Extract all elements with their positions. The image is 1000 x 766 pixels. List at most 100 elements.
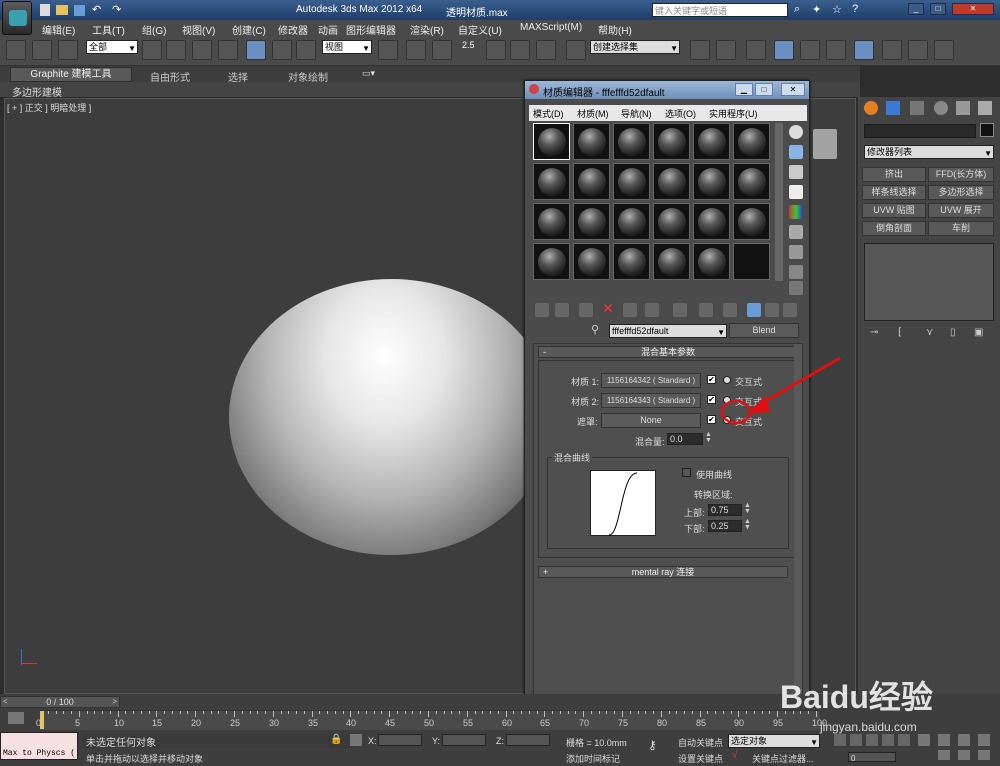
- coord-x-field[interactable]: [378, 734, 422, 746]
- modifier-stack-list[interactable]: [864, 243, 994, 321]
- object-color-swatch[interactable]: [980, 123, 994, 137]
- sample-type-icon[interactable]: [789, 125, 803, 139]
- rectangular-selection-icon[interactable]: [192, 40, 212, 60]
- menu-edit[interactable]: 编辑(E): [42, 22, 75, 37]
- video-color-check-icon[interactable]: [789, 205, 803, 219]
- show-end-result-icon[interactable]: [747, 303, 761, 317]
- menu-create[interactable]: 创建(C): [232, 22, 266, 37]
- sphere-object[interactable]: [229, 279, 553, 555]
- layer-manager-icon[interactable]: [746, 40, 766, 60]
- bind-space-warp-icon[interactable]: [58, 40, 78, 60]
- backlight-icon[interactable]: [789, 145, 803, 159]
- menu-customize[interactable]: 自定义(U): [458, 22, 502, 37]
- unlink-icon[interactable]: [32, 40, 52, 60]
- material2-button[interactable]: 1156164343 ( Standard ): [601, 393, 701, 408]
- app-logo[interactable]: [2, 1, 32, 35]
- remove-modifier-icon[interactable]: ▯: [950, 327, 956, 338]
- select-by-name-icon[interactable]: [166, 40, 186, 60]
- render-production-icon[interactable]: [934, 40, 954, 60]
- go-forward-sibling-icon[interactable]: [783, 303, 797, 317]
- modifier-poly-select-button[interactable]: 多边形选择: [928, 185, 994, 200]
- current-frame-field[interactable]: 0: [848, 752, 896, 763]
- material-editor-minimize-button[interactable]: ▁: [735, 83, 753, 96]
- create-tab-icon[interactable]: [864, 101, 878, 115]
- key-filter-icon[interactable]: √: [732, 750, 738, 761]
- get-material-icon[interactable]: [535, 303, 549, 317]
- curve-editor-icon[interactable]: [800, 40, 820, 60]
- close-button[interactable]: ✕: [952, 3, 994, 15]
- sample-slot[interactable]: [733, 203, 770, 240]
- object-name-field[interactable]: [864, 124, 976, 138]
- menu-group[interactable]: 组(G): [142, 22, 166, 37]
- material-editor-icon[interactable]: [854, 40, 874, 60]
- coord-z-field[interactable]: [506, 734, 550, 746]
- sample-slot[interactable]: [733, 123, 770, 160]
- sample-slot[interactable]: [653, 243, 690, 280]
- material1-button[interactable]: 1156164342 ( Standard ): [601, 373, 701, 388]
- modifier-extrude-button[interactable]: 挤出: [862, 167, 926, 182]
- pan-icon[interactable]: [938, 750, 950, 760]
- sample-slot[interactable]: [573, 243, 610, 280]
- material-map-navigator-icon[interactable]: [789, 281, 803, 295]
- select-link-icon[interactable]: [6, 40, 26, 60]
- auto-key-button[interactable]: 自动关键点: [678, 736, 723, 749]
- mix-amount-spinner[interactable]: 0.0: [667, 433, 703, 445]
- sample-slot[interactable]: [533, 123, 570, 160]
- sample-slot[interactable]: [533, 203, 570, 240]
- assign-material-icon[interactable]: [579, 303, 593, 317]
- upper-spinner[interactable]: 0.75: [708, 504, 742, 516]
- keyboard-shortcut-icon[interactable]: [432, 40, 452, 60]
- modifier-uvw-unwrap-button[interactable]: UVW 展开: [928, 203, 994, 218]
- help-icon[interactable]: ?: [852, 3, 858, 15]
- window-crossing-icon[interactable]: [218, 40, 238, 60]
- time-prev-icon[interactable]: <: [3, 697, 8, 707]
- display-tab-icon[interactable]: [956, 101, 970, 115]
- show-map-in-viewport-icon[interactable]: [723, 303, 737, 317]
- sample-slot[interactable]: [693, 203, 730, 240]
- select-and-move-icon[interactable]: [246, 40, 266, 60]
- ribbon-options-icon[interactable]: ▭▾: [362, 68, 375, 79]
- put-to-library-icon[interactable]: [673, 303, 687, 317]
- search-icon[interactable]: ⌕: [794, 3, 800, 16]
- reference-coord-dropdown[interactable]: 视图 ▼: [322, 40, 372, 54]
- sample-slot[interactable]: [573, 123, 610, 160]
- mated-menu-material[interactable]: 材质(M): [577, 107, 609, 120]
- sample-slot[interactable]: [693, 123, 730, 160]
- render-setup-icon[interactable]: [882, 40, 902, 60]
- sample-slot[interactable]: [653, 203, 690, 240]
- align-icon[interactable]: [716, 40, 736, 60]
- make-unique-material-icon[interactable]: [645, 303, 659, 317]
- redo-icon[interactable]: ↷: [112, 3, 121, 16]
- menu-graph-editors[interactable]: 图形编辑器: [346, 22, 396, 37]
- absolute-mode-icon[interactable]: [350, 734, 362, 746]
- spinner-arrows-icon[interactable]: ▲ ▼: [744, 518, 751, 531]
- communication-icon[interactable]: ☆: [832, 3, 842, 16]
- copy-material-icon[interactable]: [623, 303, 637, 317]
- configure-modifier-sets-icon[interactable]: ▣: [974, 327, 983, 338]
- spinner-snap-icon[interactable]: [536, 40, 556, 60]
- sample-slot-scrollbar[interactable]: [775, 123, 783, 281]
- menu-rendering[interactable]: 渲染(R): [410, 22, 444, 37]
- angle-snap-icon[interactable]: [486, 40, 506, 60]
- sample-slot[interactable]: [613, 243, 650, 280]
- menu-views[interactable]: 视图(V): [182, 22, 215, 37]
- material-name-field[interactable]: fffefffd52dfault ▼: [609, 324, 727, 338]
- modifier-list-dropdown[interactable]: 修改器列表 ▼: [864, 145, 994, 159]
- spinner-arrows-icon[interactable]: ▲ ▼: [744, 502, 751, 515]
- select-and-scale-icon[interactable]: [296, 40, 316, 60]
- sample-slot[interactable]: [653, 123, 690, 160]
- reset-material-icon[interactable]: ✕: [601, 301, 615, 315]
- named-selection-dropdown[interactable]: 创建选择集 ▼: [590, 40, 680, 54]
- mated-menu-options[interactable]: 选项(O): [665, 107, 696, 120]
- make-unique-icon[interactable]: ⋎: [926, 327, 933, 338]
- mated-menu-utilities[interactable]: 实用程序(U): [709, 107, 758, 120]
- mated-menu-navigation[interactable]: 导航(N): [621, 107, 652, 120]
- open-file-icon[interactable]: [56, 5, 68, 15]
- sample-slot[interactable]: [653, 163, 690, 200]
- make-preview-icon[interactable]: [789, 225, 803, 239]
- use-curve-checkbox[interactable]: [682, 468, 691, 477]
- material-editor-maximize-button[interactable]: □: [755, 83, 773, 96]
- minimize-button[interactable]: _: [908, 3, 924, 15]
- sample-slot[interactable]: [613, 123, 650, 160]
- sample-slot[interactable]: [693, 243, 730, 280]
